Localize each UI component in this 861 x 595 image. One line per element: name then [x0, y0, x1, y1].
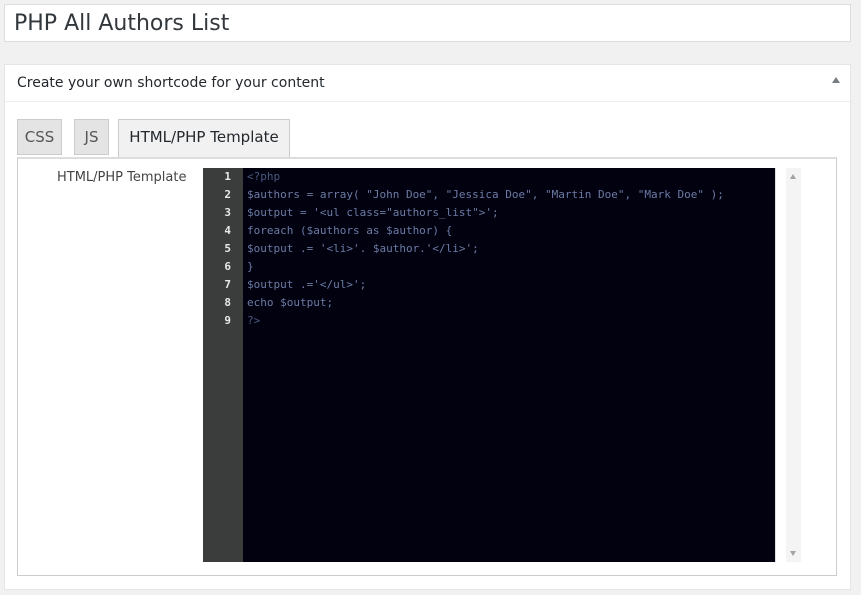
- line-number: 8: [224, 296, 231, 309]
- scroll-up-arrow-icon[interactable]: [790, 174, 796, 179]
- line-number: 2: [224, 188, 231, 201]
- code-line[interactable]: }: [247, 258, 254, 276]
- code-line[interactable]: $authors = array( "John Doe", "Jessica D…: [247, 186, 724, 204]
- code-line[interactable]: echo $output;: [247, 294, 333, 312]
- tab-html-php-template[interactable]: HTML/PHP Template: [118, 119, 290, 157]
- panel-header[interactable]: Create your own shortcode for your conte…: [5, 65, 850, 102]
- code-line[interactable]: $output .= '<li>'. $author.'</li>';: [247, 240, 479, 258]
- line-number: 3: [224, 206, 231, 219]
- code-line[interactable]: foreach ($authors as $author) {: [247, 222, 452, 240]
- code-line[interactable]: $output = '<ul class="authors_list">';: [247, 204, 499, 222]
- line-number-gutter: 1 2 3 4 5 6 7 8 9: [203, 168, 243, 562]
- editor-right-edge: [775, 168, 776, 562]
- line-number: 4: [224, 224, 231, 237]
- tab-js[interactable]: JS: [74, 119, 109, 155]
- code-line[interactable]: ?>: [247, 312, 260, 330]
- tab-content: HTML/PHP Template 1 2 3 4 5 6 7 8 9 <?ph…: [17, 157, 837, 576]
- collapse-toggle-icon[interactable]: [832, 77, 840, 83]
- line-number: 6: [224, 260, 231, 273]
- line-number: 5: [224, 242, 231, 255]
- panel-title: Create your own shortcode for your conte…: [17, 75, 325, 91]
- page-title: PHP All Authors List: [14, 11, 230, 36]
- tab-css[interactable]: CSS: [17, 119, 62, 155]
- code-line[interactable]: <?php: [247, 168, 280, 186]
- code-line[interactable]: $output .='</ul>';: [247, 276, 366, 294]
- line-number: 9: [224, 314, 231, 327]
- template-field-label: HTML/PHP Template: [57, 170, 187, 185]
- line-number: 7: [224, 278, 231, 291]
- editor-scrollbar[interactable]: [786, 168, 801, 562]
- shortcode-panel: Create your own shortcode for your conte…: [4, 64, 851, 590]
- scroll-down-arrow-icon[interactable]: [790, 551, 796, 556]
- code-editor[interactable]: 1 2 3 4 5 6 7 8 9 <?php $authors = array…: [203, 168, 776, 562]
- line-number: 1: [224, 170, 231, 183]
- title-input[interactable]: PHP All Authors List: [4, 4, 851, 42]
